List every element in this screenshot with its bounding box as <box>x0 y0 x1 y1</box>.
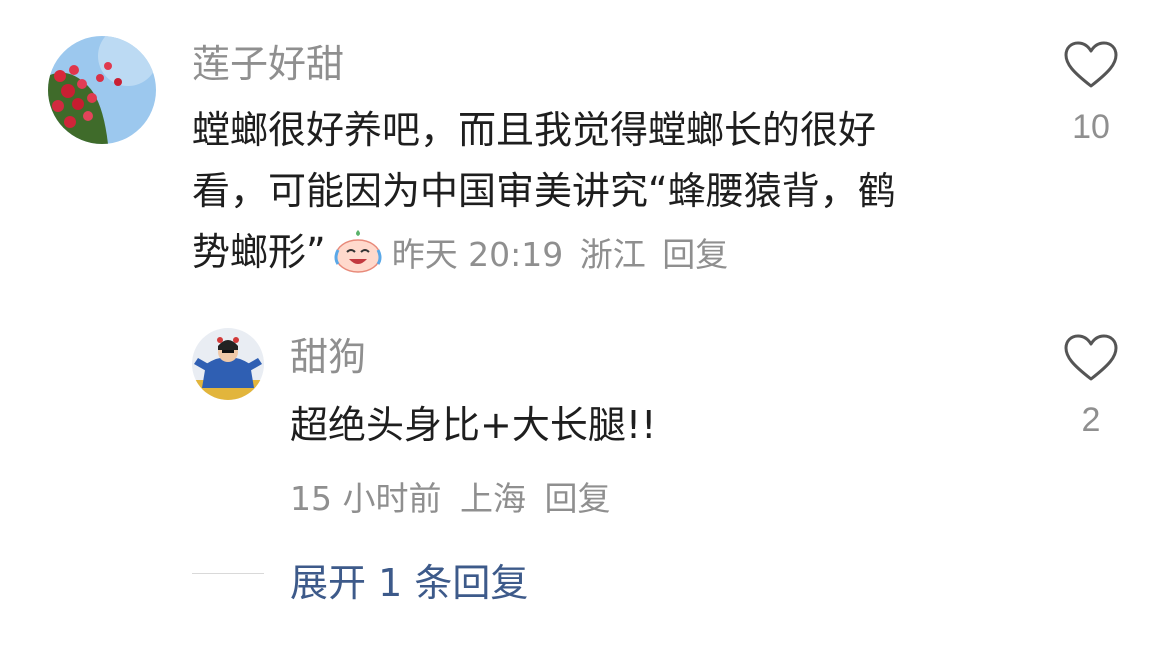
reply-button[interactable]: 回复 <box>662 235 728 274</box>
expand-replies-link[interactable]: 展开 1 条回复 <box>290 552 528 607</box>
comment-text: 螳螂很好养吧，而且我觉得螳螂长的很好 看，可能因为中国审美讲究“蜂腰猿背，鹤 势… <box>192 100 992 285</box>
comment-text-line: 螳螂很好养吧，而且我觉得螳螂长的很好 <box>192 108 877 152</box>
comment-text-line-last: 势螂形” 昨天 20:19 浙江 回复 <box>192 222 992 285</box>
avatar-person-image <box>192 328 264 400</box>
comment-location: 浙江 <box>579 235 646 274</box>
like-count: 2 <box>1081 401 1101 439</box>
reply-text: 超绝头身比+大长腿!! <box>290 403 657 447</box>
like-count: 10 <box>1072 108 1110 146</box>
reply-username[interactable]: 甜狗 <box>290 338 366 376</box>
divider <box>192 573 264 574</box>
comment-username[interactable]: 莲子好甜 <box>192 45 344 83</box>
reply-location: 上海 <box>459 479 526 518</box>
like-button[interactable]: 2 <box>1056 333 1126 440</box>
heart-outline-icon <box>1064 41 1118 88</box>
comment-text-line: 看，可能因为中国审美讲究“蜂腰猿背，鹤 <box>192 169 896 213</box>
heart-outline-icon <box>1064 334 1118 381</box>
like-button[interactable]: 10 <box>1056 40 1126 147</box>
reply-meta: 15 小时前 上海 回复 <box>290 472 618 520</box>
comment-meta: 昨天 20:19 浙江 回复 <box>392 235 735 274</box>
reply-button[interactable]: 回复 <box>544 479 610 518</box>
laughing-crying-emoji-icon <box>334 229 382 273</box>
avatar[interactable] <box>192 328 264 400</box>
avatar-flowers-image <box>48 36 156 144</box>
reply-time: 15 小时前 <box>290 479 442 518</box>
comment-time: 昨天 20:19 <box>391 235 564 274</box>
avatar[interactable] <box>48 36 156 144</box>
